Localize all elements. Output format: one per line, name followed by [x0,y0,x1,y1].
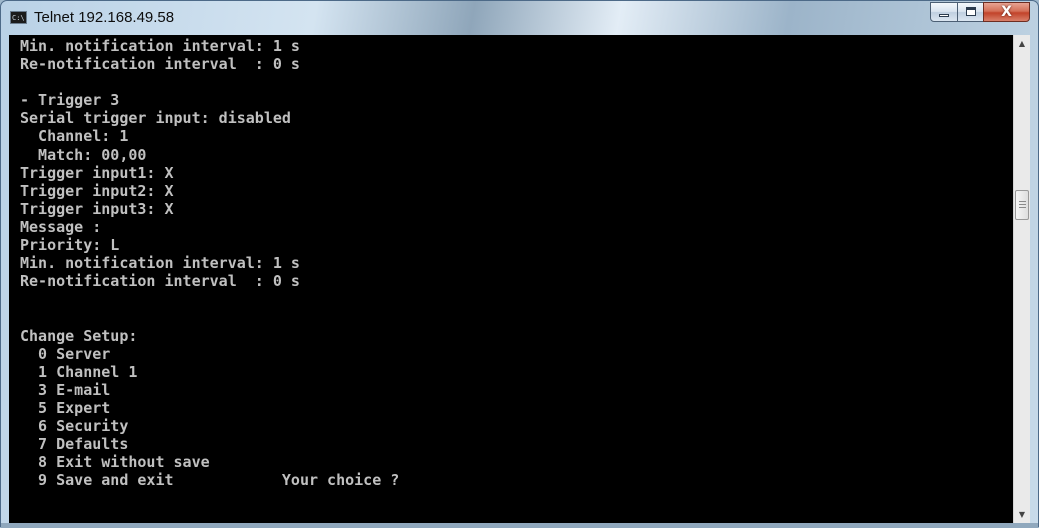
console-app-icon: C:\. [10,11,27,24]
scrollbar-thumb[interactable] [1015,190,1029,220]
console-line: Trigger input2: X [20,181,174,200]
console-line: Min. notification interval: 1 s [20,37,300,55]
console-line: Trigger input3: X [20,199,174,218]
console-line: 1 Channel 1 [20,362,138,381]
console-line: 0 Server [20,344,111,363]
console-line: - Trigger 3 [20,91,120,110]
console-line: Priority: L [20,236,120,255]
maximize-button[interactable] [957,2,984,22]
title-bar[interactable]: C:\. Telnet 192.168.49.58 X [1,1,1038,35]
telnet-window: C:\. Telnet 192.168.49.58 X Min. notific… [0,0,1039,528]
console-line: 6 Security [20,416,129,435]
console-line: Min. notification interval: 1 s [20,254,300,273]
console-line: Message : [20,217,102,236]
minimize-icon [939,14,949,17]
console-line: 8 Exit without save [20,453,210,472]
console-line: 5 Expert [20,398,111,417]
close-button[interactable]: X [983,2,1030,22]
console-line: 9 Save and exit Your choice ? [20,471,400,490]
console-line: Match: 00,00 [20,145,147,164]
close-icon: X [1001,4,1012,20]
console-line: Serial trigger input: disabled [20,109,291,128]
console-line: Channel: 1 [20,127,129,146]
console-line: Re-notification interval : 0 s [20,55,300,74]
console-line: 3 E-mail [20,380,111,399]
console-line: Trigger input1: X [20,163,174,182]
maximize-icon [966,7,976,16]
vertical-scrollbar[interactable]: ▲ ▼ [1013,35,1030,523]
console-text: Min. notification interval: 1 s Re-notif… [9,35,1013,489]
console-line: Re-notification interval : 0 s [20,272,300,291]
scroll-down-arrow-icon[interactable]: ▼ [1014,506,1030,523]
window-title: Telnet 192.168.49.58 [34,9,175,26]
console-line: 7 Defaults [20,435,129,454]
console-output[interactable]: Min. notification interval: 1 s Re-notif… [9,35,1013,523]
minimize-button[interactable] [930,2,958,22]
console-line: Change Setup: [20,326,138,345]
scroll-up-arrow-icon[interactable]: ▲ [1014,35,1030,52]
window-bottom-border [1,523,1038,528]
